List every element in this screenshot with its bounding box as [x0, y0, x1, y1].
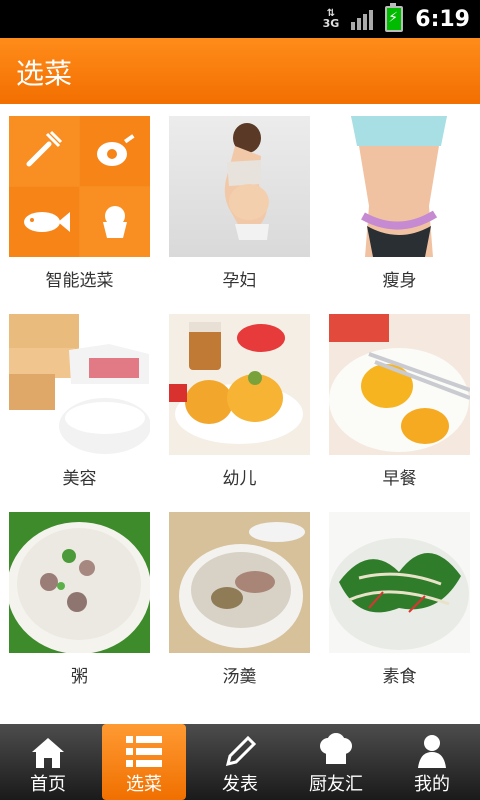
category-vegetarian[interactable]: 素食: [329, 500, 470, 690]
category-label: 瘦身: [382, 271, 417, 291]
pencil-icon: [220, 732, 260, 772]
battery-icon: ⚡: [385, 3, 404, 32]
smart-select-image: [9, 116, 150, 257]
signal-icon: [351, 8, 374, 30]
tab-label: 选菜: [126, 774, 162, 795]
status-bar: ⇅ 3G ⚡ 6:19: [0, 0, 480, 38]
category-label: 汤羹: [222, 667, 257, 687]
category-beauty[interactable]: 美容: [9, 302, 150, 492]
tab-label: 首页: [30, 774, 66, 795]
category-grid: 智能选菜 孕妇 瘦身 美容 幼儿 早餐 粥 汤羹 素食: [0, 104, 480, 724]
fish-icon: [9, 187, 79, 257]
category-smart-select[interactable]: 智能选菜: [9, 104, 150, 294]
category-label: 早餐: [382, 469, 417, 489]
vegetable-salad-image: [329, 512, 470, 653]
user-icon: [412, 732, 452, 772]
title-bar: 选菜: [0, 38, 480, 104]
home-icon: [28, 732, 68, 772]
category-breakfast[interactable]: 早餐: [329, 302, 470, 492]
cupcake-icon: [80, 187, 150, 257]
list-icon: [124, 732, 164, 772]
tab-label: 发表: [222, 774, 258, 795]
category-porridge[interactable]: 粥: [9, 500, 150, 690]
category-label: 幼儿: [222, 469, 257, 489]
category-label: 孕妇: [222, 271, 257, 291]
tab-post[interactable]: 发表: [192, 724, 288, 800]
tab-select-dishes[interactable]: 选菜: [102, 724, 186, 800]
kids-food-image: [169, 314, 310, 455]
porridge-image: [9, 512, 150, 653]
tab-label: 我的: [414, 774, 450, 795]
status-time: 6:19: [415, 6, 470, 32]
category-label: 素食: [382, 667, 417, 687]
category-slimming[interactable]: 瘦身: [329, 104, 470, 294]
beauty-food-image: [9, 314, 150, 455]
category-pregnant[interactable]: 孕妇: [169, 104, 310, 294]
tab-mine[interactable]: 我的: [384, 724, 480, 800]
category-label: 粥: [71, 667, 88, 687]
utensils-icon: [9, 116, 79, 186]
bottom-tab-bar: 首页 选菜 发表 厨友汇 我的: [0, 724, 480, 800]
category-label: 智能选菜: [45, 271, 114, 291]
soup-image: [169, 512, 310, 653]
tab-home[interactable]: 首页: [0, 724, 96, 800]
fried-egg-image: [329, 314, 470, 455]
tab-chef-club[interactable]: 厨友汇: [288, 724, 384, 800]
category-soup[interactable]: 汤羹: [169, 500, 310, 690]
waist-measure-image: [329, 116, 470, 257]
network-type: ⇅ 3G: [322, 8, 340, 30]
tab-label: 厨友汇: [309, 774, 363, 795]
page-title: 选菜: [16, 57, 73, 90]
pregnant-woman-image: [169, 116, 310, 257]
chef-hat-icon: [316, 732, 356, 772]
category-kids[interactable]: 幼儿: [169, 302, 310, 492]
ham-icon: [80, 116, 150, 186]
category-label: 美容: [62, 469, 97, 489]
